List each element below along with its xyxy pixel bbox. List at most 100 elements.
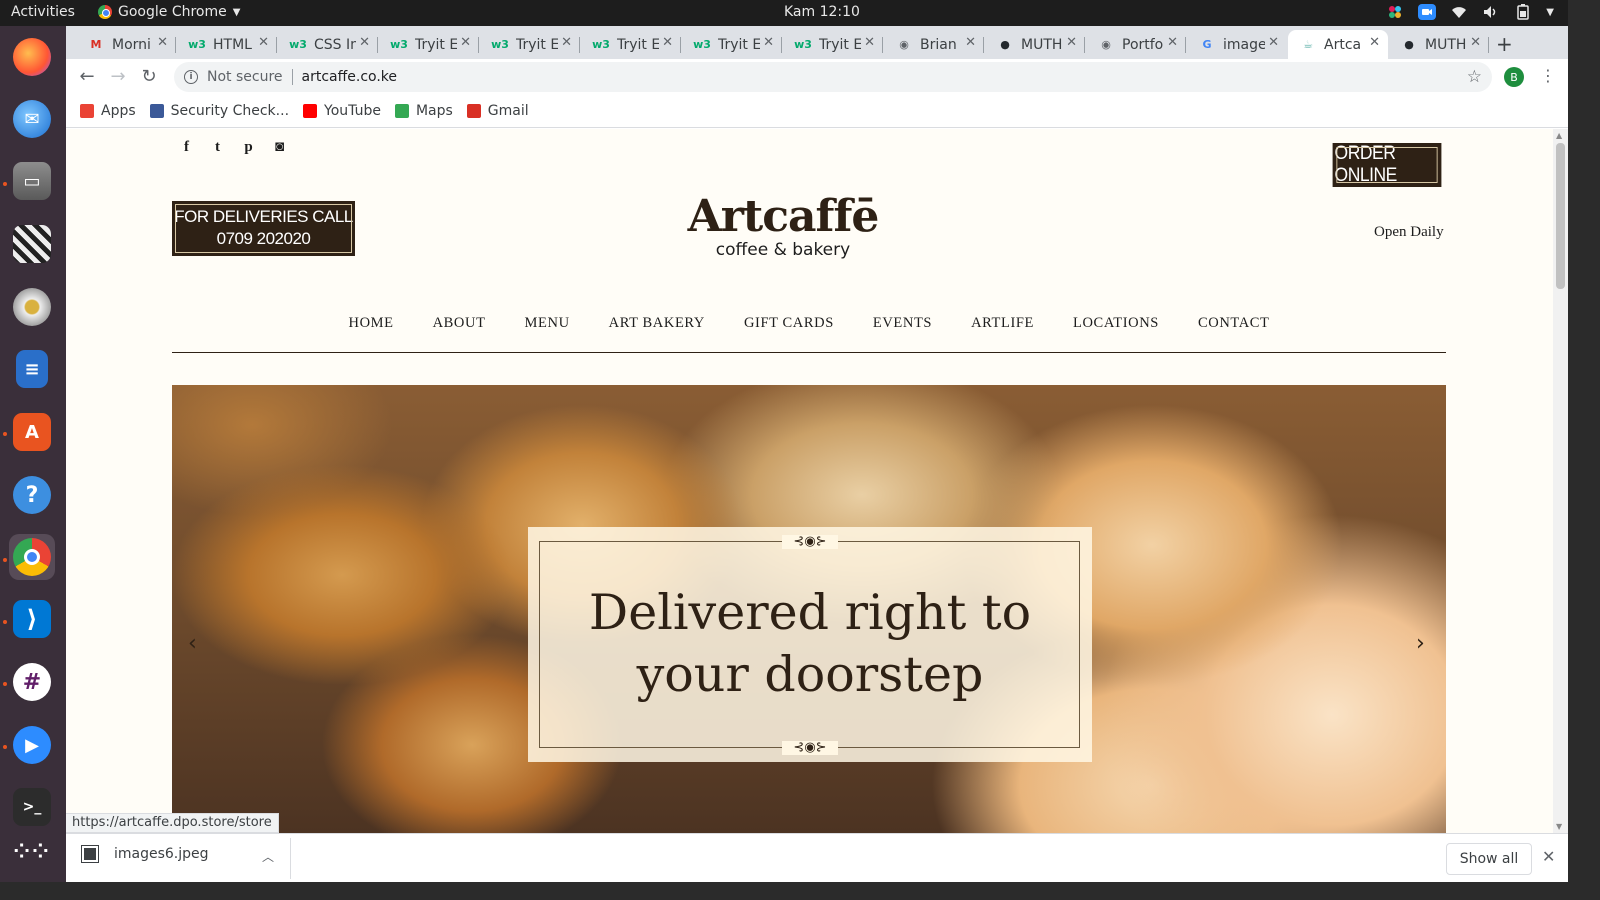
close-tab-icon[interactable]: ✕ <box>1369 35 1380 50</box>
site-info-icon[interactable]: i <box>184 70 198 84</box>
tab[interactable]: w3 Tryit E ✕ <box>379 30 479 59</box>
profile-avatar[interactable]: B <box>1504 67 1524 87</box>
tab[interactable]: w3 Tryit E ✕ <box>783 30 883 59</box>
order-online-button[interactable]: ORDER ONLINE <box>1332 143 1442 187</box>
nav-item-menu[interactable]: MENU <box>525 315 570 332</box>
bookmark-item[interactable]: Gmail <box>466 103 529 119</box>
tab-separator <box>882 37 883 53</box>
bookmark-item[interactable]: Maps <box>394 103 453 119</box>
vscode-launcher[interactable]: ⟩ <box>9 596 55 642</box>
power-menu-caret-icon[interactable]: ▼ <box>1546 7 1554 18</box>
close-tab-icon[interactable]: ✕ <box>258 35 269 50</box>
close-icon[interactable]: ✕ <box>1542 847 1555 866</box>
tab[interactable]: w3 Tryit E ✕ <box>581 30 681 59</box>
tab[interactable]: ☕ Artca ✕ <box>1288 30 1388 59</box>
instagram-icon[interactable]: ◙ <box>273 139 286 156</box>
tab[interactable]: w3 CSS In ✕ <box>278 30 378 59</box>
facebook-icon[interactable]: f <box>180 139 193 156</box>
close-tab-icon[interactable]: ✕ <box>1268 35 1279 50</box>
slack-launcher[interactable]: # <box>9 659 55 705</box>
close-tab-icon[interactable]: ✕ <box>157 35 168 50</box>
address-bar[interactable]: i Not secure artcaffe.co.ke ☆ <box>174 62 1492 92</box>
show-applications-button[interactable]: ⁘⁘ <box>9 828 55 874</box>
tab[interactable]: w3 HTML ✕ <box>177 30 277 59</box>
nav-item-events[interactable]: EVENTS <box>873 315 932 332</box>
wifi-icon[interactable] <box>1450 3 1468 21</box>
tab[interactable]: ● MUTH ✕ <box>985 30 1085 59</box>
close-tab-icon[interactable]: ✕ <box>561 35 572 50</box>
close-tab-icon[interactable]: ✕ <box>359 35 370 50</box>
nav-item-artlife[interactable]: ARTLIFE <box>971 315 1034 332</box>
software-center-launcher[interactable]: A <box>9 409 55 455</box>
thunderbird-launcher[interactable]: ✉ <box>9 96 55 142</box>
close-tab-icon[interactable]: ✕ <box>460 35 471 50</box>
nav-item-gift-cards[interactable]: GIFT CARDS <box>744 315 834 332</box>
bookmark-item[interactable]: Apps <box>80 103 136 119</box>
pinterest-icon[interactable]: p <box>242 139 255 156</box>
rhythmbox-launcher[interactable] <box>9 284 55 330</box>
close-tab-icon[interactable]: ✕ <box>1167 35 1178 50</box>
page-scrollbar[interactable]: ▲ ▼ <box>1553 129 1568 833</box>
firefox-launcher[interactable] <box>9 34 55 80</box>
system-tray[interactable]: ▼ <box>1386 3 1554 21</box>
chrome-launcher[interactable] <box>9 534 55 580</box>
slider-next-icon[interactable]: › <box>1416 631 1425 656</box>
close-tab-icon[interactable]: ✕ <box>965 35 976 50</box>
help-launcher[interactable]: ? <box>9 472 55 518</box>
url-text[interactable]: artcaffe.co.ke <box>302 69 398 85</box>
close-tab-icon[interactable]: ✕ <box>864 35 875 50</box>
scroll-thumb[interactable] <box>1556 143 1565 289</box>
chrome-menu-icon[interactable]: ⋮ <box>1540 66 1556 85</box>
nav-item-about[interactable]: ABOUT <box>433 315 486 332</box>
bookmark-item[interactable]: YouTube <box>303 103 381 119</box>
download-item[interactable]: images6.jpeg <box>81 845 209 863</box>
clock[interactable]: Kam 12:10 <box>784 4 860 20</box>
back-arrow-icon[interactable]: ← <box>76 66 98 87</box>
nav-item-contact[interactable]: CONTACT <box>1198 315 1270 332</box>
close-tab-icon[interactable]: ✕ <box>662 35 673 50</box>
battery-icon[interactable] <box>1514 3 1532 21</box>
terminal-launcher[interactable]: >_ <box>9 784 55 830</box>
nav-item-locations[interactable]: LOCATIONS <box>1073 315 1159 332</box>
chevron-up-icon[interactable]: ︿ <box>262 848 274 865</box>
bookmark-item[interactable]: Security Check... <box>149 103 289 119</box>
caret-down-icon: ▼ <box>232 6 241 18</box>
w3-icon: w3 <box>592 38 610 51</box>
new-tab-button[interactable]: + <box>1496 32 1513 56</box>
files-launcher[interactable]: ▭ <box>9 158 55 204</box>
slider-prev-icon[interactable]: ‹ <box>188 631 197 656</box>
reload-icon[interactable]: ↻ <box>138 66 160 87</box>
zoom-tray-icon[interactable] <box>1418 3 1437 21</box>
twitter-icon[interactable]: t <box>211 139 224 156</box>
scroll-up-icon[interactable]: ▲ <box>1556 131 1562 140</box>
volume-icon[interactable] <box>1482 3 1500 21</box>
bookmark-star-icon[interactable]: ☆ <box>1467 67 1482 87</box>
tab[interactable]: ● MUTH ✕ <box>1389 30 1489 59</box>
show-all-button[interactable]: Show all <box>1446 843 1532 875</box>
tab[interactable]: M Morni ✕ <box>76 30 176 59</box>
tab[interactable]: w3 Tryit E ✕ <box>682 30 782 59</box>
scroll-down-icon[interactable]: ▼ <box>1556 822 1562 831</box>
terminal-icon: >_ <box>13 788 51 826</box>
tab[interactable]: ◉ Portfo ✕ <box>1086 30 1186 59</box>
github-icon: ● <box>1000 38 1010 51</box>
nav-item-home[interactable]: HOME <box>349 315 394 332</box>
hero-headline: Delivered right to your doorstep <box>528 582 1092 706</box>
close-tab-icon[interactable]: ✕ <box>1470 35 1481 50</box>
site-logo[interactable]: Artcaffē coffee & bakery <box>668 191 898 260</box>
tab[interactable]: ◉ Brian ✕ <box>884 30 984 59</box>
activities-button[interactable]: Activities <box>11 4 75 20</box>
tab[interactable]: Gimage ✕ <box>1187 30 1287 59</box>
running-indicator <box>3 558 7 562</box>
app-menu[interactable]: Google Chrome ▼ <box>98 4 240 20</box>
video-editor-launcher[interactable] <box>9 221 55 267</box>
close-tab-icon[interactable]: ✕ <box>763 35 774 50</box>
zoom-launcher[interactable]: ▶ <box>9 722 55 768</box>
close-tab-icon[interactable]: ✕ <box>1066 35 1077 50</box>
nav-item-art-bakery[interactable]: ART BAKERY <box>609 315 705 332</box>
tab[interactable]: w3 Tryit E ✕ <box>480 30 580 59</box>
delivery-call-button[interactable]: FOR DELIVERIES CALL 0709 202020 <box>172 201 355 256</box>
forward-arrow-icon[interactable]: → <box>107 66 129 87</box>
slack-tray-icon[interactable] <box>1386 3 1404 21</box>
writer-launcher[interactable]: ≡ <box>9 346 55 392</box>
